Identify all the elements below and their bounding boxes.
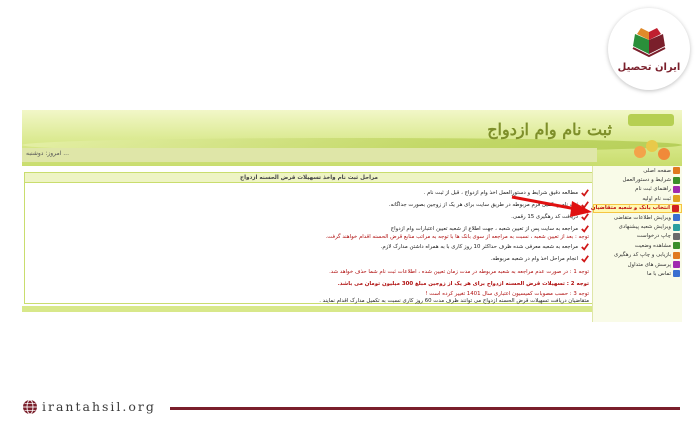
sidebar-item-label: صفحه اصلی <box>643 167 671 174</box>
sidebar-item-label: تماس با ما <box>647 270 671 277</box>
sidebar-item-label: چاپ درخواست <box>636 233 671 240</box>
menu-item-icon <box>673 261 680 269</box>
step-text: مراجعه به شعبه معرفی شده ظرف حداکثر 10 ر… <box>380 244 578 250</box>
date-text: امروز: دوشنبه ... <box>26 150 69 157</box>
menu-item-icon <box>673 195 680 203</box>
sidebar-menu: صفحه اصلی شرایط و دستورالعمل راهنمای ثبت ن… <box>590 166 682 322</box>
sidebar-item-label: ثبت نام اولیه <box>642 195 671 202</box>
sidebar-item-label: بازیابی و چاپ کد رهگیری <box>613 252 671 259</box>
sidebar-item[interactable]: انتخاب بانک و شعبه متقاضیان <box>590 203 682 213</box>
bottom-rule <box>22 306 596 312</box>
menu-item-icon <box>673 176 680 184</box>
menu-item-icon <box>672 204 679 212</box>
logo-text: ایران تحصیل <box>617 61 681 73</box>
book-logo-icon <box>632 27 666 57</box>
menu-item-icon <box>673 214 680 222</box>
content-title: مراحل ثبت نام واخذ تسهیلات قرض الحسنه از… <box>25 173 593 183</box>
sidebar-item[interactable]: ویرایش شعبه پیشنهادی <box>593 222 682 231</box>
sidebar-item[interactable]: صفحه اصلی <box>593 166 682 175</box>
sidebar-item[interactable]: ویرایش اطلاعات متقاضی <box>593 213 682 222</box>
flowers-icon <box>632 136 676 166</box>
note-3: توجه 3 : حسب مصوبات کمیسیون اعتباری سال … <box>425 291 589 297</box>
step-5: مراجعه به شعبه معرفی شده ظرف حداکثر 10 ر… <box>381 243 589 251</box>
check-icon <box>581 243 589 251</box>
banner-title: ثبت نام وام ازدواج <box>487 120 612 139</box>
menu-item-icon <box>673 242 680 250</box>
sidebar-item-label: انتخاب بانک و شعبه متقاضیان <box>590 205 670 212</box>
menu-item-icon <box>673 232 680 240</box>
sidebar-item[interactable]: شرایط و دستورالعمل <box>593 175 682 184</box>
sidebar-item-label: شرایط و دستورالعمل <box>622 177 671 184</box>
footer: irantahsil.org <box>0 396 700 420</box>
step-6: انجام مراحل اخذ وام در شعبه مربوطه. <box>491 255 589 263</box>
check-icon <box>581 225 589 233</box>
sidebar-item[interactable]: راهنمای ثبت نام <box>593 185 682 194</box>
sidebar-item[interactable]: پرسش های متداول <box>593 260 682 269</box>
sidebar-item-label: ویرایش شعبه پیشنهادی <box>618 224 671 231</box>
menu-item-icon <box>673 167 680 175</box>
main-content: مراحل ثبت نام واخذ تسهیلات قرض الحسنه از… <box>22 166 596 314</box>
sidebar-item-label: مشاهده وضعیت <box>634 242 671 249</box>
note-4: متقاضیان دریافت تسهیلات قرض الحسنه ازدوا… <box>319 298 589 304</box>
menu-item-icon <box>673 185 680 193</box>
sidebar-item[interactable]: تماس با ما <box>593 269 682 278</box>
menu-item-icon <box>673 251 680 259</box>
step-4: مراجعه به سایت پس از تعیین شعبه ، جهت اط… <box>391 225 589 233</box>
menu-item-icon <box>673 223 680 231</box>
globe-icon <box>23 399 37 415</box>
menu-item-icon <box>673 270 680 278</box>
step-text: انجام مراحل اخذ وام در شعبه مربوطه. <box>490 256 578 262</box>
date-bar: امروز: دوشنبه ... <box>22 148 597 162</box>
step-note: توجه : بعد از تعیین شعبه ، نسبت به مراجع… <box>325 234 590 240</box>
sidebar-item[interactable]: بازیابی و چاپ کد رهگیری <box>593 251 682 260</box>
sidebar-item[interactable]: مشاهده وضعیت <box>593 241 682 250</box>
sidebar-item[interactable]: چاپ درخواست <box>593 232 682 241</box>
note-1: توجه 1 : در صورت عدم مراجعه به شعبه مربو… <box>329 269 589 275</box>
red-arrow-icon <box>511 195 592 217</box>
footer-divider <box>170 407 680 410</box>
check-icon <box>581 255 589 263</box>
sidebar-item-label: راهنمای ثبت نام <box>635 186 671 193</box>
banner-tab <box>628 114 674 126</box>
sidebar-item-label: ویرایش اطلاعات متقاضی <box>613 214 671 221</box>
sidebar-item-label: پرسش های متداول <box>627 261 671 268</box>
step-text: مراجعه به سایت پس از تعیین شعبه ، جهت اط… <box>390 226 578 232</box>
note-2: توجه 2 : تسهیلات قرض الحسنه ازدواج برای … <box>337 281 589 287</box>
sidebar-item[interactable]: ثبت نام اولیه <box>593 194 682 203</box>
content-frame: مراحل ثبت نام واخذ تسهیلات قرض الحسنه از… <box>24 172 594 304</box>
site-logo: ایران تحصیل <box>608 8 690 90</box>
footer-url[interactable]: irantahsil.org <box>42 399 156 414</box>
